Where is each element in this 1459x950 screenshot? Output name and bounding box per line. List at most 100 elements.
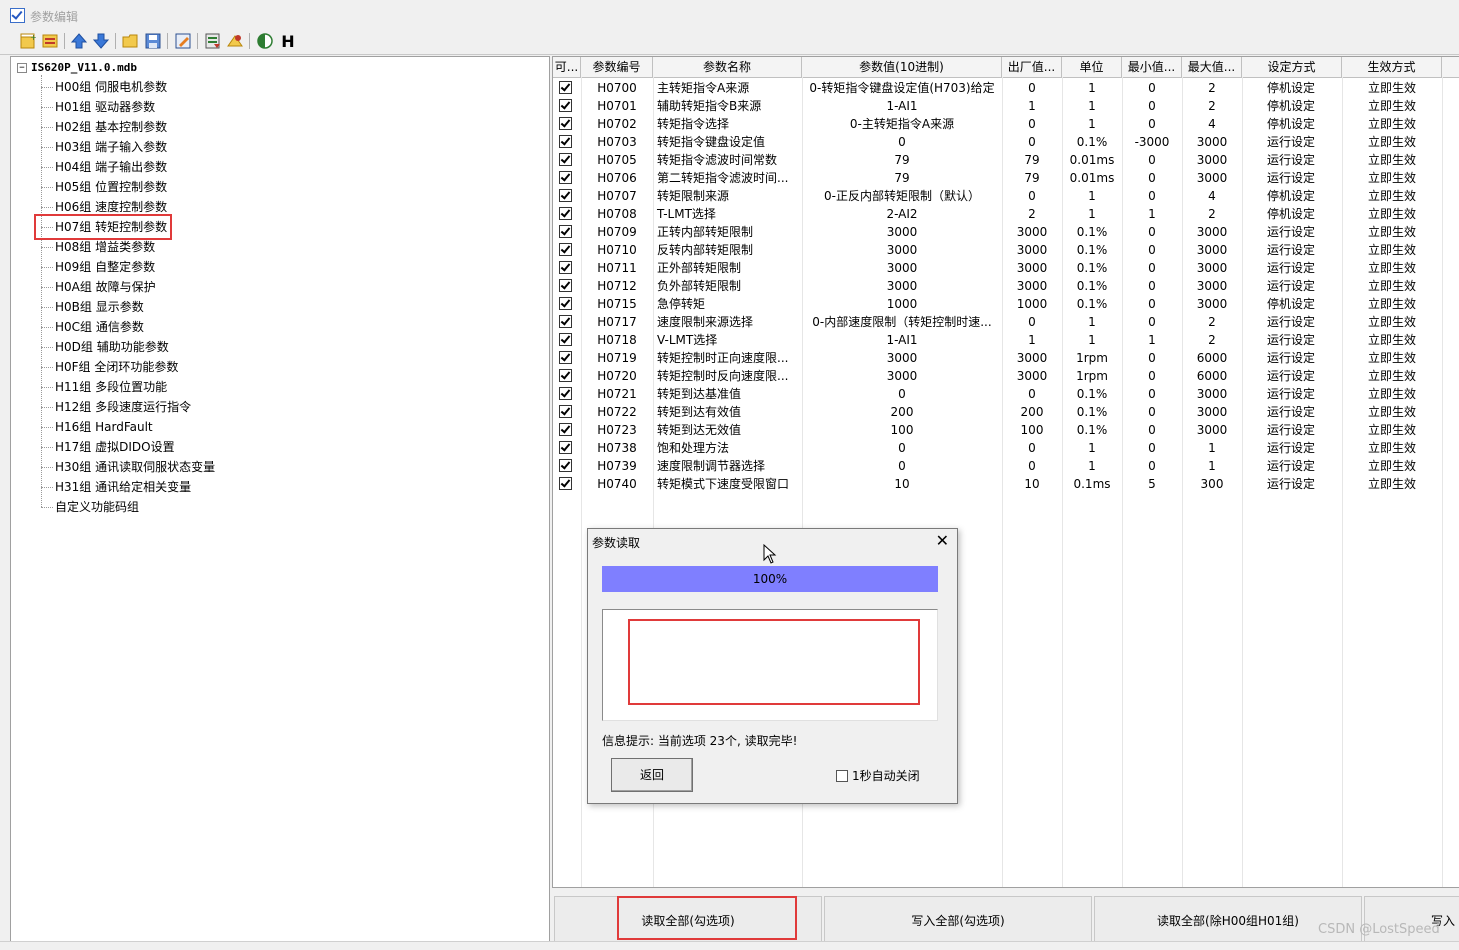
table-row[interactable]: H0700 主转矩指令A来源 0-转矩指令键盘设定值(H703)给定 0 1 0 2 停机设定… xyxy=(553,79,1459,97)
tree-item[interactable]: H05组 位置控制参数 xyxy=(41,177,167,197)
checkbox-checked-icon[interactable] xyxy=(558,441,572,454)
row-checkbox[interactable] xyxy=(553,439,577,457)
tree-item[interactable]: H08组 增益类参数 xyxy=(41,237,155,257)
tree-item[interactable]: H01组 驱动器参数 xyxy=(41,97,155,117)
read-all-except-button[interactable]: 读取全部(除H00组H01组) xyxy=(1094,896,1362,946)
checkbox-checked-icon[interactable] xyxy=(558,99,572,112)
checkbox-checked-icon[interactable] xyxy=(558,279,572,292)
checkbox-checked-icon[interactable] xyxy=(558,405,572,418)
table-row[interactable]: H0701 辅助转矩指令B来源 1-AI1 1 1 0 2 停机设定 立即生效 xyxy=(553,97,1459,115)
table-row[interactable]: H0705 转矩指令滤波时间常数 79 79 0.01ms 0 3000 运行设定 立即生效 xyxy=(553,151,1459,169)
row-checkbox[interactable] xyxy=(553,169,577,187)
row-checkbox[interactable] xyxy=(553,97,577,115)
back-button[interactable]: 返回 xyxy=(611,758,693,792)
column-header[interactable]: 出厂值... xyxy=(1002,57,1062,77)
checkbox-checked-icon[interactable] xyxy=(558,423,572,436)
row-checkbox[interactable] xyxy=(553,295,577,313)
row-checkbox[interactable] xyxy=(553,457,577,475)
checkbox-checked-icon[interactable] xyxy=(558,225,572,238)
tree-item[interactable]: H17组 虚拟DIDO设置 xyxy=(41,437,175,457)
checkbox-checked-icon[interactable] xyxy=(558,369,572,382)
checkbox-checked-icon[interactable] xyxy=(558,81,572,94)
tree-item[interactable]: H0F组 全闭环功能参数 xyxy=(41,357,178,377)
auto-close-checkbox[interactable]: 1秒自动关闭 xyxy=(836,767,920,784)
tree-item[interactable]: H16组 HardFault xyxy=(41,417,153,437)
row-checkbox[interactable] xyxy=(553,133,577,151)
row-checkbox[interactable] xyxy=(553,79,577,97)
tree-item[interactable]: 自定义功能码组 xyxy=(41,497,139,517)
tree-item[interactable]: H31组 通讯给定相关变量 xyxy=(41,477,191,497)
row-checkbox[interactable] xyxy=(553,403,577,421)
column-header[interactable]: 参数编号 xyxy=(581,57,653,77)
checkbox-checked-icon[interactable] xyxy=(558,387,572,400)
table-row[interactable]: H0721 转矩到达基准值 0 0 0.1% 0 3000 运行设定 立即生效 xyxy=(553,385,1459,403)
import-icon[interactable] xyxy=(225,31,245,51)
tree-item[interactable]: H0A组 故障与保护 xyxy=(41,277,156,297)
tree-item[interactable]: H30组 通讯读取伺服状态变量 xyxy=(41,457,215,477)
tree-item[interactable]: H02组 基本控制参数 xyxy=(41,117,167,137)
row-checkbox[interactable] xyxy=(553,349,577,367)
arrow-down-icon[interactable] xyxy=(91,31,111,51)
checkbox-checked-icon[interactable] xyxy=(558,189,572,202)
checkbox-checked-icon[interactable] xyxy=(558,171,572,184)
checkbox-icon[interactable] xyxy=(836,769,848,782)
column-header[interactable]: 参数名称 xyxy=(653,57,802,77)
checkbox-checked-icon[interactable] xyxy=(558,477,572,490)
edit-icon[interactable] xyxy=(173,31,193,51)
row-checkbox[interactable] xyxy=(553,205,577,223)
table-row[interactable]: H0739 速度限制调节器选择 0 0 1 0 1 运行设定 立即生效 xyxy=(553,457,1459,475)
row-checkbox[interactable] xyxy=(553,187,577,205)
table-row[interactable]: H0711 正外部转矩限制 3000 3000 0.1% 0 3000 运行设定 立即生效 xyxy=(553,259,1459,277)
tree-item[interactable]: H00组 伺服电机参数 xyxy=(41,77,167,97)
column-header[interactable]: 生效方式 xyxy=(1342,57,1442,77)
checkbox-checked-icon[interactable] xyxy=(558,351,572,364)
table-row[interactable]: H0740 转矩模式下速度受限窗口 10 10 0.1ms 5 300 运行设定 立即生效 xyxy=(553,475,1459,493)
checkbox-checked-icon[interactable] xyxy=(558,261,572,274)
row-checkbox[interactable] xyxy=(553,151,577,169)
row-checkbox[interactable] xyxy=(553,241,577,259)
tree-item[interactable]: H04组 端子输出参数 xyxy=(41,157,167,177)
table-row[interactable]: H0708 T-LMT选择 2-AI2 2 1 1 2 停机设定 立即生效 xyxy=(553,205,1459,223)
tree-item[interactable]: H09组 自整定参数 xyxy=(41,257,155,277)
contrast-icon[interactable] xyxy=(255,31,275,51)
tree-item[interactable]: H03组 端子输入参数 xyxy=(41,137,167,157)
write-all-checked-button[interactable]: 写入全部(勾选项) xyxy=(824,896,1092,946)
row-checkbox[interactable] xyxy=(553,115,577,133)
table-row[interactable]: H0738 饱和处理方法 0 0 1 0 1 运行设定 立即生效 xyxy=(553,439,1459,457)
checkbox-checked-icon[interactable] xyxy=(558,243,572,256)
table-row[interactable]: H0702 转矩指令选择 0-主转矩指令A来源 0 1 0 4 停机设定 立即生效 xyxy=(553,115,1459,133)
row-checkbox[interactable] xyxy=(553,331,577,349)
table-row[interactable]: H0709 正转内部转矩限制 3000 3000 0.1% 0 3000 运行设定 立即生效 xyxy=(553,223,1459,241)
table-row[interactable]: H0706 第二转矩指令滤波时间... 79 79 0.01ms 0 3000 运行设定 立即生… xyxy=(553,169,1459,187)
checkbox-checked-icon[interactable] xyxy=(558,117,572,130)
checkbox-checked-icon[interactable] xyxy=(558,459,572,472)
table-row[interactable]: H0720 转矩控制时反向速度限... 3000 3000 1rpm 0 6000 运行设定 立… xyxy=(553,367,1459,385)
folder-open-icon[interactable] xyxy=(121,31,141,51)
tree-item[interactable]: H0D组 辅助功能参数 xyxy=(41,337,169,357)
table-row[interactable]: H0717 速度限制来源选择 0-内部速度限制（转矩控制时速... 0 1 0 2 运行设定 立… xyxy=(553,313,1459,331)
row-checkbox[interactable] xyxy=(553,385,577,403)
column-header[interactable]: 单位 xyxy=(1062,57,1122,77)
tree-root[interactable]: − IS620P_V11.0.mdb xyxy=(17,61,137,74)
table-row[interactable]: H0719 转矩控制时正向速度限... 3000 3000 1rpm 0 6000 运行设定 立… xyxy=(553,349,1459,367)
column-header[interactable]: 可... xyxy=(553,57,581,77)
h-filter-button[interactable]: H xyxy=(278,31,298,51)
checkbox-checked-icon[interactable] xyxy=(558,207,572,220)
row-checkbox[interactable] xyxy=(553,277,577,295)
row-checkbox[interactable] xyxy=(553,259,577,277)
table-row[interactable]: H0715 急停转矩 1000 1000 0.1% 0 3000 停机设定 立即生效 xyxy=(553,295,1459,313)
table-row[interactable]: H0712 负外部转矩限制 3000 3000 0.1% 0 3000 运行设定 立即生效 xyxy=(553,277,1459,295)
column-header[interactable]: 设定方式 xyxy=(1242,57,1342,77)
checkbox-checked-icon[interactable] xyxy=(558,315,572,328)
tree-item[interactable]: H0C组 通信参数 xyxy=(41,317,144,337)
column-header[interactable]: 参数值(10进制) xyxy=(802,57,1002,77)
copy-icon[interactable] xyxy=(40,31,60,51)
table-row[interactable]: H0703 转矩指令键盘设定值 0 0 0.1% -3000 3000 运行设定 立即生效 xyxy=(553,133,1459,151)
collapse-icon[interactable]: − xyxy=(17,63,27,73)
new-icon[interactable]: + xyxy=(18,31,38,51)
tree-item[interactable]: H0B组 显示参数 xyxy=(41,297,144,317)
column-header[interactable]: 最大值... xyxy=(1182,57,1242,77)
table-row[interactable]: H0710 反转内部转矩限制 3000 3000 0.1% 0 3000 运行设定 立即生效 xyxy=(553,241,1459,259)
tree-item[interactable]: H12组 多段速度运行指令 xyxy=(41,397,191,417)
save-icon[interactable] xyxy=(143,31,163,51)
